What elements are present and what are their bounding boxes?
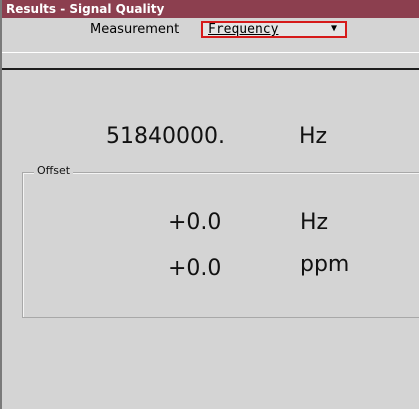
measurement-label: Measurement xyxy=(90,22,180,37)
offset-ppm-unit: ppm xyxy=(300,252,350,277)
offset-hz-unit: Hz xyxy=(300,210,329,235)
measurement-select[interactable]: Frequency ▼ xyxy=(201,21,347,38)
measurement-select-value: Frequency xyxy=(208,22,279,37)
offset-group xyxy=(22,172,419,318)
offset-ppm-value: +0.0 xyxy=(168,256,222,281)
signal-quality-window: Results - Signal Quality Measurement Fre… xyxy=(0,0,419,409)
frequency-unit: Hz xyxy=(299,124,328,149)
window-title: Results - Signal Quality xyxy=(2,0,419,18)
frequency-value: 51840000. xyxy=(106,124,225,149)
offset-hz-value: +0.0 xyxy=(168,210,222,235)
offset-legend: Offset xyxy=(34,164,74,177)
header-separator xyxy=(2,68,419,70)
toolbar-divider xyxy=(2,52,419,53)
dropdown-arrow-icon: ▼ xyxy=(330,23,337,34)
